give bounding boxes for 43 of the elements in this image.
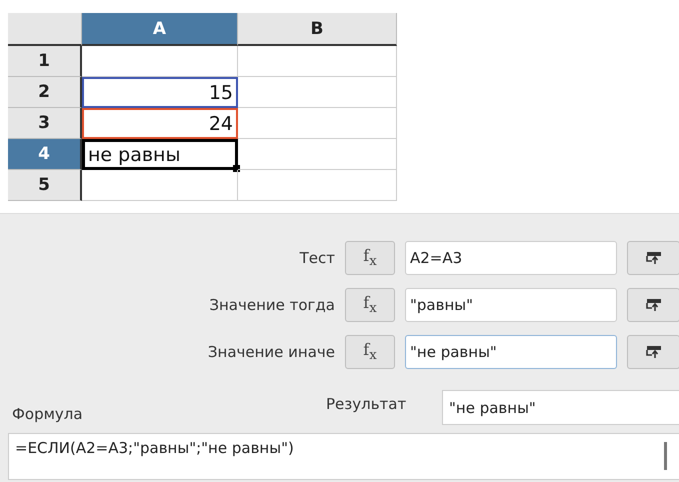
formula-text: =ЕСЛИ(A2=A3;"равны";"не равны")	[15, 439, 294, 459]
shrink-icon	[646, 251, 662, 265]
row-header[interactable]: 3	[8, 108, 82, 139]
table-cell[interactable]	[238, 108, 397, 139]
table-cell[interactable]	[82, 170, 238, 201]
row-header[interactable]: 1	[8, 46, 82, 77]
argument-field[interactable]: "не равны"	[405, 335, 617, 369]
table-cell[interactable]	[238, 77, 397, 108]
argument-label: Тест	[298, 249, 335, 267]
row-header[interactable]: 2	[8, 77, 82, 108]
corner-header[interactable]	[8, 13, 82, 46]
shrink-button[interactable]	[627, 241, 679, 275]
column-header[interactable]: A	[82, 13, 238, 46]
formula-label: Формула	[11, 405, 84, 425]
shrink-button[interactable]	[627, 335, 679, 369]
table-cell[interactable]	[82, 46, 238, 77]
table-cell[interactable]	[238, 46, 397, 77]
argument-label: Значение иначе	[206, 343, 335, 361]
table-cell[interactable]	[238, 170, 397, 201]
column-header[interactable]: B	[238, 13, 397, 46]
table-cell[interactable]: 24	[82, 108, 238, 139]
shrink-icon	[646, 298, 662, 312]
fill-handle[interactable]	[233, 165, 240, 172]
argument-label: Значение тогда	[208, 296, 335, 314]
table-cell[interactable]: не равны	[82, 139, 238, 170]
shrink-button[interactable]	[627, 288, 679, 322]
cell-text: 15	[208, 82, 233, 104]
scrollbar-thumb[interactable]	[664, 442, 667, 470]
row-header[interactable]: 4	[8, 139, 82, 170]
row-header[interactable]: 5	[8, 170, 82, 201]
argument-field[interactable]: A2=A3	[405, 241, 617, 275]
function-wizard-button[interactable]: f$_{x}$	[345, 335, 395, 369]
function-wizard-button[interactable]: f$_{x}$	[345, 288, 395, 322]
table-cell[interactable]: 15	[82, 77, 238, 108]
cell-text: 24	[208, 112, 233, 134]
argument-field[interactable]: "равны"	[405, 288, 617, 322]
shrink-icon	[646, 345, 662, 359]
result-field: "не равны"	[442, 390, 679, 425]
table-cell[interactable]	[238, 139, 397, 170]
formula-field[interactable]: =ЕСЛИ(A2=A3;"равны";"не равны")	[8, 433, 679, 480]
cell-text: не равны	[88, 144, 180, 166]
result-label: Результат	[326, 395, 408, 413]
function-wizard-button[interactable]: f$_{x}$	[345, 241, 395, 275]
